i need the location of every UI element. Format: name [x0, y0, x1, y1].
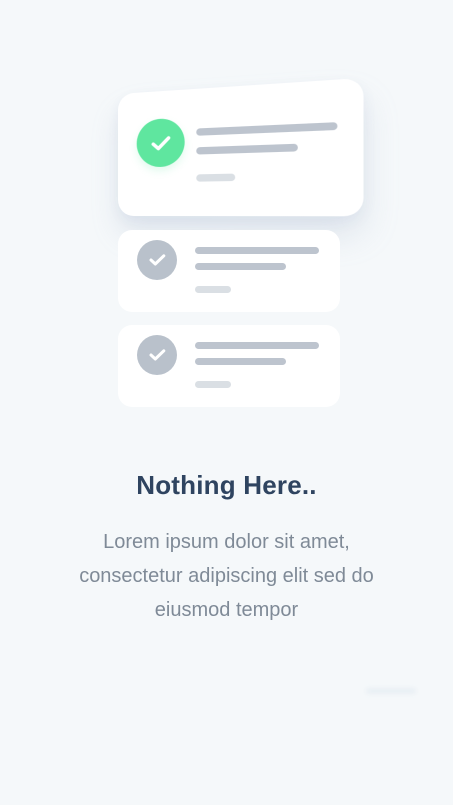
placeholder-line-secondary [196, 143, 298, 155]
task-card [118, 230, 340, 312]
check-icon [136, 117, 185, 168]
empty-state-screen: Nothing Here.. Lorem ipsum dolor sit ame… [0, 0, 453, 805]
placeholder-line-secondary [195, 358, 286, 365]
placeholder-line-short [196, 173, 236, 182]
empty-state-description: Lorem ipsum dolor sit amet, consectetur … [79, 531, 374, 622]
placeholder-line-short [195, 381, 231, 388]
placeholder-line-primary [195, 247, 319, 254]
featured-task-card [118, 77, 364, 217]
check-icon [137, 335, 177, 375]
empty-state-title: Nothing Here.. [136, 470, 317, 500]
empty-state-copy: Nothing Here.. Lorem ipsum dolor sit ame… [0, 470, 453, 627]
placeholder-line-short [195, 286, 231, 293]
placeholder-line-secondary [195, 263, 286, 270]
placeholder-line-primary [195, 342, 319, 349]
placeholder-line-primary [196, 122, 338, 136]
task-card [118, 325, 340, 407]
empty-state-illustration [0, 0, 453, 430]
decorative-shadow [366, 688, 416, 694]
check-icon [137, 240, 177, 280]
